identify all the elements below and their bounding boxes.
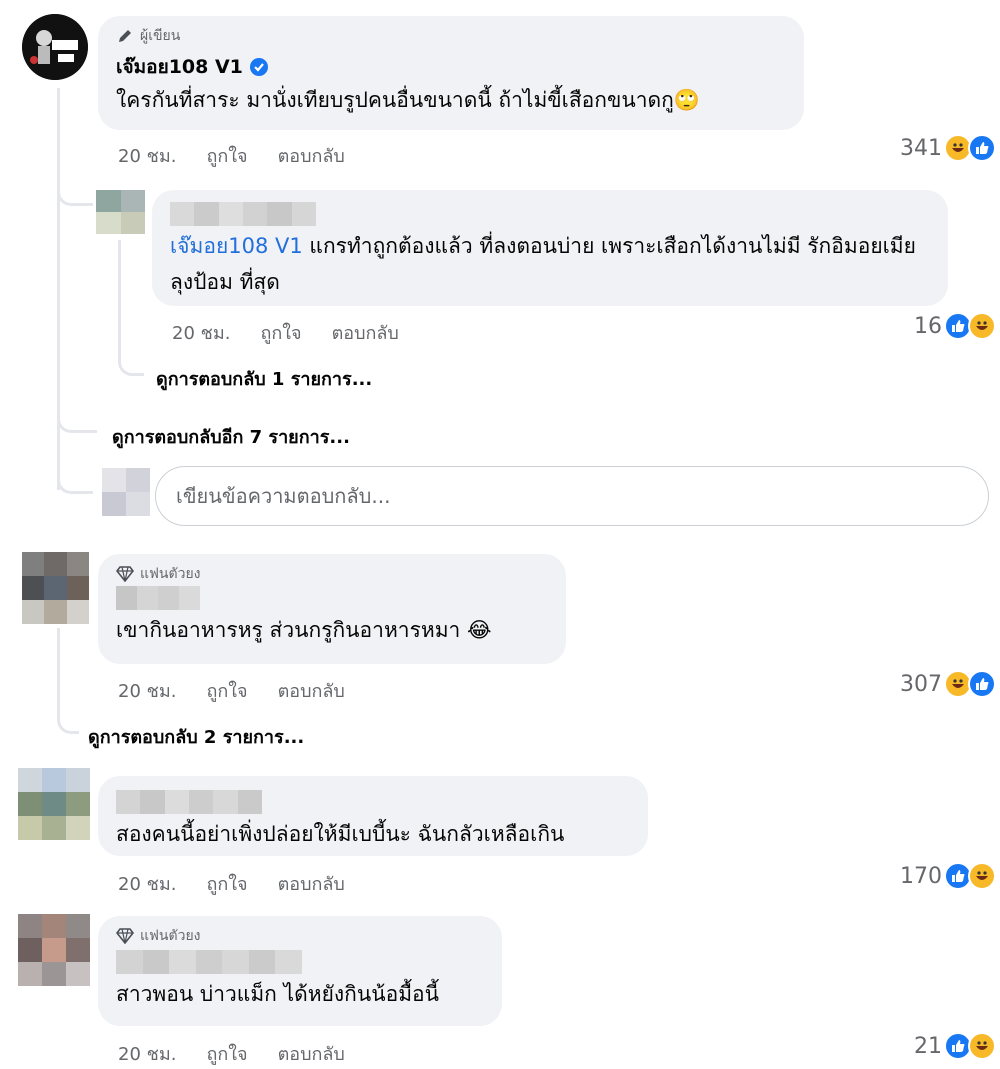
like-button[interactable]: ถูกใจ <box>206 141 247 170</box>
reaction-count: 16 <box>914 313 942 339</box>
thread-connector <box>57 460 93 494</box>
reply-button[interactable]: ตอบกลับ <box>278 869 345 898</box>
haha-icon <box>968 862 996 890</box>
commenter-avatar[interactable] <box>18 914 90 986</box>
reaction-summary[interactable]: 341 <box>900 134 996 162</box>
reaction-summary[interactable]: 21 <box>914 1032 996 1060</box>
like-button[interactable]: ถูกใจ <box>206 869 247 898</box>
reply-time[interactable]: 20 ชม. <box>172 318 230 347</box>
thread-line <box>57 88 60 490</box>
comment-text: เขากินอาหารหรู ส่วนกรูกินอาหารหมา 😂 <box>116 618 492 642</box>
reaction-summary[interactable]: 170 <box>900 862 996 890</box>
comment-bubble: สองคนนี้อย่าเพิ่งปล่อยให้มีเบบี้นะ ฉันกล… <box>98 776 648 856</box>
like-button[interactable]: ถูกใจ <box>206 1039 247 1068</box>
blurred-author-name <box>116 950 302 974</box>
top-fan-badge: แฟนตัวยง <box>116 564 550 584</box>
view-replies-link[interactable]: ดูการตอบกลับ 2 รายการ... <box>88 722 304 751</box>
blurred-author-name <box>116 586 200 610</box>
comment-time[interactable]: 20 ชม. <box>118 1039 176 1068</box>
comment-actions: 20 ชม. ถูกใจ ตอบกลับ <box>118 1039 345 1068</box>
thread-connector <box>57 700 79 734</box>
reply-button[interactable]: ตอบกลับ <box>278 141 345 170</box>
reply-actions: 20 ชม. ถูกใจ ตอบกลับ <box>172 318 399 347</box>
reply-button[interactable]: ตอบกลับ <box>332 318 399 347</box>
like-button[interactable]: ถูกใจ <box>206 676 247 705</box>
comment-text: สองคนนี้อย่าเพิ่งปล่อยให้มีเบบี้นะ ฉันกล… <box>116 822 565 846</box>
thread-connector <box>57 170 93 206</box>
reply-avatar[interactable] <box>96 190 145 234</box>
view-replies-link[interactable]: ดูการตอบกลับ 1 รายการ... <box>156 364 372 393</box>
blurred-author-name <box>170 202 316 226</box>
reply-button[interactable]: ตอบกลับ <box>278 676 345 705</box>
comment-time[interactable]: 20 ชม. <box>118 676 176 705</box>
diamond-icon <box>116 566 134 582</box>
reply-input-box[interactable] <box>155 466 989 526</box>
verified-badge-icon <box>249 58 268 76</box>
haha-icon <box>968 312 996 340</box>
diamond-icon <box>116 928 134 944</box>
author-avatar[interactable] <box>22 14 88 80</box>
comment-actions: 20 ชม. ถูกใจ ตอบกลับ <box>118 676 345 705</box>
comment-bubble: แฟนตัวยง สาวพอน บ่าวแม็ก ได้หยังกินน้อมื… <box>98 916 502 1026</box>
like-button[interactable]: ถูกใจ <box>260 318 301 347</box>
mention-tag[interactable]: เจ๊มอย108 V1 <box>170 234 303 258</box>
blurred-author-name <box>116 790 262 814</box>
reply-button[interactable]: ตอบกลับ <box>278 1039 345 1068</box>
pencil-icon <box>119 30 131 42</box>
comment-text: ใครกันที่สาระ มานั่งเทียบรูปคนอื่นขนาดนี… <box>116 88 700 112</box>
view-more-replies-link[interactable]: ดูการตอบกลับอีก 7 รายการ... <box>112 422 350 451</box>
haha-icon <box>968 1032 996 1060</box>
badge-label: ผู้เขียน <box>140 28 181 44</box>
reaction-summary[interactable]: 16 <box>914 312 996 340</box>
comment-bubble: ผู้เขียน เจ๊มอย108 V1 ใครกันที่สาระ มานั… <box>98 16 804 130</box>
thread-connector <box>118 340 144 376</box>
author-badge: ผู้เขียน <box>116 26 788 46</box>
reply-bubble: เจ๊มอย108 V1 แกรทำถูกต้องแล้ว ที่ลงตอนบ่… <box>152 190 948 306</box>
author-logo-icon <box>22 14 88 80</box>
thread-line-nested <box>118 240 121 350</box>
reply-text: เจ๊มอย108 V1 แกรทำถูกต้องแล้ว ที่ลงตอนบ่… <box>170 228 930 300</box>
like-icon <box>968 134 996 162</box>
reply-input[interactable] <box>176 484 988 508</box>
top-fan-badge: แฟนตัวยง <box>116 926 486 946</box>
comment-actions: 20 ชม. ถูกใจ ตอบกลับ <box>118 141 345 170</box>
comment-text: สาวพอน บ่าวแม็ก ได้หยังกินน้อมื้อนี้ <box>116 982 440 1006</box>
comment-author[interactable]: เจ๊มอย108 V1 <box>116 52 788 82</box>
reaction-count: 307 <box>900 671 942 697</box>
comment-time[interactable]: 20 ชม. <box>118 141 176 170</box>
thread-line <box>57 628 60 708</box>
current-user-avatar <box>102 468 150 516</box>
comment-bubble: แฟนตัวยง เขากินอาหารหรู ส่วนกรูกินอาหารห… <box>98 554 566 664</box>
badge-label: แฟนตัวยง <box>140 566 201 582</box>
commenter-avatar[interactable] <box>18 768 90 840</box>
commenter-avatar[interactable] <box>22 552 89 624</box>
like-icon <box>968 670 996 698</box>
author-name[interactable]: เจ๊มอย108 V1 <box>116 52 243 82</box>
thread-connector <box>57 400 97 433</box>
reaction-summary[interactable]: 307 <box>900 670 996 698</box>
reaction-count: 21 <box>914 1033 942 1059</box>
reaction-count: 170 <box>900 863 942 889</box>
badge-label: แฟนตัวยง <box>140 928 201 944</box>
comment-time[interactable]: 20 ชม. <box>118 869 176 898</box>
comment-actions: 20 ชม. ถูกใจ ตอบกลับ <box>118 869 345 898</box>
reaction-count: 341 <box>900 135 942 161</box>
